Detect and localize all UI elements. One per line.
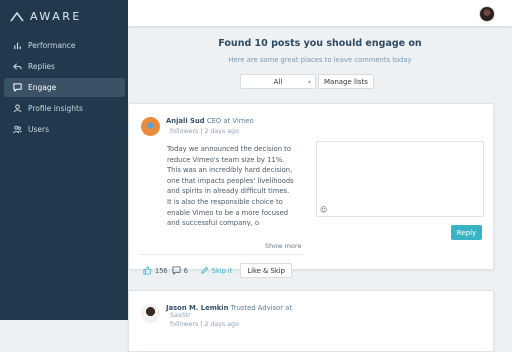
author-role: CEO at Vimeo <box>206 117 254 125</box>
person-icon <box>13 104 22 113</box>
sidebar-item-label: Users <box>28 125 50 134</box>
main-content: Found 10 posts you should engage on Here… <box>128 26 512 352</box>
emoji-icon[interactable]: ☺ <box>320 206 327 214</box>
sidebar-nav: Performance Replies Engage Profile insig… <box>4 36 125 141</box>
author-name[interactable]: Jason M. Lemkin <box>166 304 228 312</box>
post-meta: followers | 2 days ago <box>170 321 240 328</box>
manage-lists-button[interactable]: Manage lists <box>318 74 374 89</box>
post-actions: 156 6 Skip it Like & Skip <box>143 263 292 278</box>
sidebar-item-users[interactable]: Users <box>4 120 125 139</box>
brand-name: AWARE <box>30 10 82 23</box>
page-subtitle: Here are some great places to leave comm… <box>228 56 412 64</box>
brand[interactable]: AWARE <box>10 10 82 23</box>
reply-textarea[interactable] <box>316 141 484 217</box>
author-avatar[interactable] <box>141 117 160 136</box>
sidebar-item-profile-insights[interactable]: Profile insights <box>4 99 125 118</box>
top-bar <box>128 0 512 26</box>
sidebar-item-label: Engage <box>28 83 57 92</box>
sidebar-item-label: Profile insights <box>28 104 83 113</box>
sidebar-item-engage[interactable]: Engage <box>4 78 125 97</box>
reply-icon <box>13 63 22 70</box>
bar-chart-icon <box>14 42 21 50</box>
post-card: Anjali Sud CEO at Vimeo followers | 2 da… <box>128 103 494 278</box>
reply-button[interactable]: Reply <box>451 225 482 240</box>
chat-bubble-icon <box>13 83 22 92</box>
list-filter-value: All <box>273 77 283 86</box>
post-card: Jason M. Lemkin Trusted Advisor at SaaSt… <box>128 290 494 352</box>
like-count: 156 <box>155 266 168 275</box>
sidebar: AWARE Performance Replies Engage Profile… <box>0 0 128 320</box>
post-text: Today we announced the decision to reduc… <box>167 145 294 226</box>
skip-label: Skip it <box>211 266 233 275</box>
author-line: Anjali Sud CEO at Vimeo <box>166 117 254 125</box>
user-avatar[interactable] <box>479 6 495 22</box>
author-line: Jason M. Lemkin Trusted Advisor at <box>166 304 292 312</box>
show-more-link[interactable]: Show more <box>265 242 301 250</box>
post-meta: followers | 2 days ago <box>170 128 240 135</box>
thumbs-up-icon <box>143 266 152 275</box>
like-and-skip-button[interactable]: Like & Skip <box>240 263 292 278</box>
author-company: SaaStr <box>170 312 191 319</box>
divider <box>139 254 304 255</box>
filter-bar: All ▾ Manage lists <box>240 74 374 89</box>
author-role: Trusted Advisor at <box>230 304 292 312</box>
page-title: Found 10 posts you should engage on <box>218 38 422 49</box>
aware-logo-icon <box>10 11 24 21</box>
skip-button[interactable]: Skip it <box>200 266 233 275</box>
sidebar-item-replies[interactable]: Replies <box>4 57 125 76</box>
sidebar-item-label: Performance <box>28 41 76 50</box>
comment-icon <box>172 266 181 275</box>
chevron-down-icon: ▾ <box>307 79 311 86</box>
list-filter-select[interactable]: All ▾ <box>240 74 316 89</box>
sidebar-item-performance[interactable]: Performance <box>4 36 125 55</box>
author-name[interactable]: Anjali Sud <box>166 117 205 125</box>
users-icon <box>13 125 22 134</box>
sidebar-item-label: Replies <box>28 62 55 71</box>
edit-icon <box>201 266 209 274</box>
author-avatar[interactable] <box>141 304 160 323</box>
comment-count: 6 <box>183 266 188 275</box>
